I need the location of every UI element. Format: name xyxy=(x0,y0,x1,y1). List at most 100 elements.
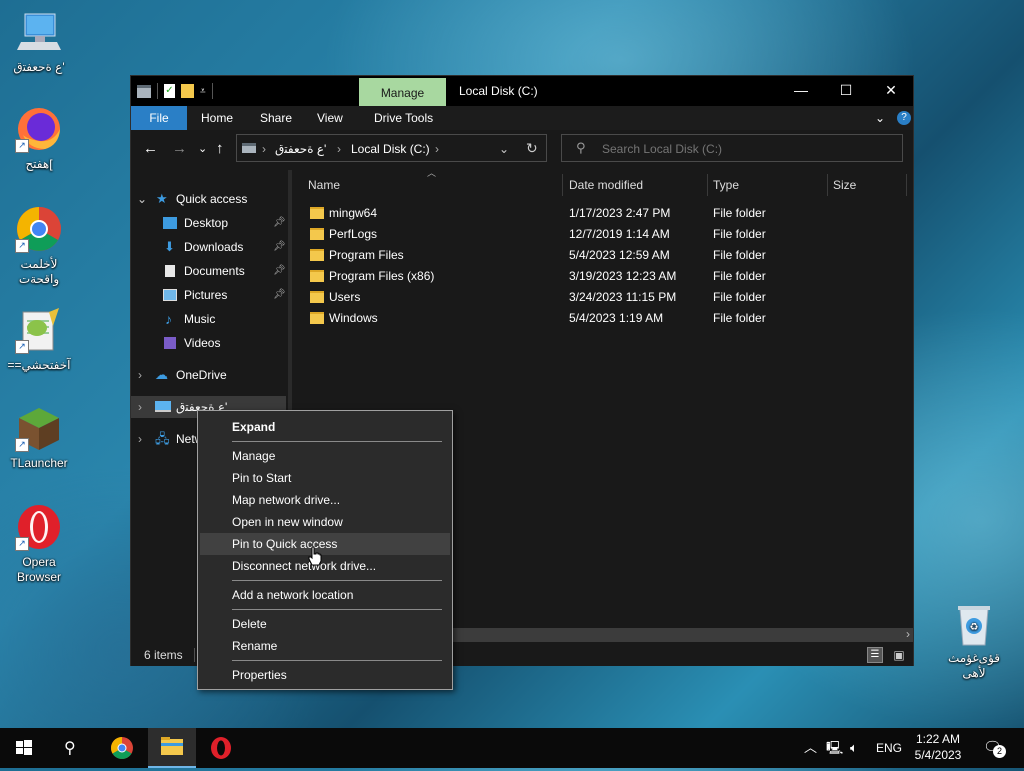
column-divider[interactable] xyxy=(906,174,907,196)
folder-icon xyxy=(310,312,324,324)
file-type: File folder xyxy=(713,311,766,325)
file-row[interactable]: Windows 5/4/2023 1:19 AM File folder xyxy=(307,308,766,329)
navigation-bar: ← → ⌄ ↑ › ﻉ ﺓﺣﻌﻔﺘﻕ' › Local Disk (C:) › … xyxy=(131,130,913,168)
show-hidden-icons-button[interactable]: ︿ xyxy=(804,728,817,768)
menu-item-disconnect-network-drive[interactable]: Disconnect network drive... xyxy=(200,555,450,577)
file-name: Windows xyxy=(329,311,378,325)
scroll-right-icon[interactable]: › xyxy=(906,627,910,641)
column-header-date-modified[interactable]: Date modified xyxy=(569,174,643,196)
menu-item-pin-to-quick-access[interactable]: Pin to Quick access xyxy=(200,533,450,555)
manage-contextual-tab[interactable]: Manage xyxy=(359,78,446,106)
menu-item-open-in-new-window[interactable]: Open in new window xyxy=(200,511,450,533)
tab-drive-tools[interactable]: Drive Tools xyxy=(374,106,433,130)
volume-icon[interactable]: 🔈︎ xyxy=(850,728,858,768)
address-bar[interactable]: › ﻉ ﺓﺣﻌﻔﺘﻕ' › Local Disk (C:) › ⌄ ↻ xyxy=(236,134,547,162)
menu-separator xyxy=(232,580,442,581)
pin-icon: 📌︎ xyxy=(273,241,286,252)
breadcrumb-this-pc[interactable]: ﻉ ﺓﺣﻌﻔﺘﻕ' xyxy=(275,142,326,156)
expand-ribbon-icon[interactable]: ⌄ xyxy=(875,106,885,130)
file-row[interactable]: mingw64 1/17/2023 2:47 PM File folder xyxy=(307,203,766,224)
clock[interactable]: 1:22 AM 5/4/2023 xyxy=(908,731,968,763)
menu-separator xyxy=(232,441,442,442)
help-icon[interactable]: ? xyxy=(897,111,911,125)
file-row[interactable]: Program Files (x86) 3/19/2023 12:23 AM F… xyxy=(307,266,766,287)
file-row[interactable]: PerfLogs 12/7/2019 1:14 AM File folder xyxy=(307,224,766,245)
column-header-type[interactable]: Type xyxy=(713,174,739,196)
menu-item-rename[interactable]: Rename xyxy=(200,635,450,657)
menu-item-manage[interactable]: Manage xyxy=(200,445,450,467)
desktop-icon-tlauncher[interactable]: ↗ TLauncher xyxy=(1,404,77,471)
network-status-icon[interactable]: 🖳︎ xyxy=(826,728,843,768)
menu-item-pin-to-start[interactable]: Pin to Start xyxy=(200,467,450,489)
desktop-icon-chrome[interactable]: ↗ ﻷﺧﻠﻤﺖ ﻭﺍﻗﺤﺔﺕ xyxy=(1,205,77,287)
notification-center-button[interactable]: 🗨︎ 2 xyxy=(980,736,1008,760)
search-input[interactable] xyxy=(600,140,894,158)
column-divider[interactable] xyxy=(707,174,708,196)
properties-icon[interactable]: ✓ xyxy=(164,84,175,98)
desktop-icon-label: ﻫﻔﺘﺢ[ xyxy=(25,157,53,171)
horizontal-scrollbar[interactable]: › xyxy=(451,627,913,642)
column-header-name[interactable]: Name xyxy=(308,174,340,196)
breadcrumb-separator-icon: › xyxy=(337,142,341,156)
breadcrumb-local-disk[interactable]: Local Disk (C:) xyxy=(351,142,430,156)
tab-view[interactable]: View xyxy=(317,106,343,130)
sidebar-item-documents[interactable]: Documents 📌︎ xyxy=(131,260,288,282)
file-row[interactable]: Program Files 5/4/2023 12:59 AM File fol… xyxy=(307,245,766,266)
column-divider[interactable] xyxy=(827,174,828,196)
menu-item-add-network-location[interactable]: Add a network location xyxy=(200,584,450,606)
file-type: File folder xyxy=(713,206,766,220)
taskbar-chrome[interactable] xyxy=(98,728,146,768)
address-dropdown-icon[interactable]: ⌄ xyxy=(499,142,509,156)
new-folder-icon[interactable] xyxy=(181,84,194,98)
file-name: PerfLogs xyxy=(329,227,378,241)
minimize-button[interactable]: — xyxy=(778,76,824,106)
desktop-icon-notepad-plus[interactable]: ↗ ==ﺁﺧﻔﺘﺤﺸﻲ xyxy=(1,306,77,373)
sidebar-item-desktop[interactable]: Desktop 📌︎ xyxy=(131,212,288,234)
sidebar-item-pictures[interactable]: Pictures 📌︎ xyxy=(131,284,288,306)
forward-button[interactable]: → xyxy=(172,140,187,157)
tab-share[interactable]: Share xyxy=(260,106,292,130)
customize-toolbar-icon[interactable]: ⩡ xyxy=(200,86,206,97)
taskbar: ⚲ ︿ 🖳︎ 🔈︎ ENG 1:22 AM 5/4/2023 🗨︎ 2 xyxy=(0,728,1024,768)
maximize-button[interactable]: ☐ xyxy=(823,76,869,106)
sidebar-item-quick-access[interactable]: ⌄ ★ Quick access xyxy=(131,188,281,210)
taskbar-file-explorer[interactable] xyxy=(148,728,196,768)
menu-item-expand[interactable]: Expand xyxy=(200,416,450,438)
shortcut-arrow-icon: ↗ xyxy=(15,438,29,452)
folder-icon xyxy=(310,249,324,261)
sidebar-item-videos[interactable]: Videos xyxy=(131,332,288,354)
star-icon: ★ xyxy=(156,191,168,206)
column-header-size[interactable]: Size xyxy=(833,174,856,196)
taskbar-opera[interactable] xyxy=(197,728,245,768)
back-button[interactable]: ← xyxy=(143,140,158,157)
details-view-button[interactable]: ☰ xyxy=(867,647,883,663)
large-icons-view-button[interactable]: ▣ xyxy=(891,647,907,663)
search-button[interactable]: ⚲ xyxy=(48,728,96,768)
sidebar-item-downloads[interactable]: ⬇ Downloads 📌︎ xyxy=(131,236,288,258)
language-indicator[interactable]: ENG xyxy=(876,728,902,768)
menu-item-map-network-drive[interactable]: Map network drive... xyxy=(200,489,450,511)
title-bar[interactable]: ✓ ⩡ Manage Local Disk (C:) — ☐ ✕ xyxy=(131,76,913,106)
desktop-icon-recycle-bin[interactable]: ♻ ﻗﺆﻯﻏﺆﻣﺚ ﻷﻫﻰ xyxy=(936,603,1012,681)
file-name: Program Files xyxy=(329,248,404,262)
desktop-icon-opera[interactable]: ↗ Opera Browser xyxy=(1,503,77,585)
menu-item-properties[interactable]: Properties xyxy=(200,664,450,686)
recent-locations-button[interactable]: ⌄ xyxy=(198,142,207,155)
tab-file[interactable]: File xyxy=(131,106,187,130)
tab-home[interactable]: Home xyxy=(201,106,233,130)
sidebar-item-onedrive[interactable]: › ☁ OneDrive xyxy=(131,364,288,386)
search-icon: ⚲ xyxy=(64,740,76,757)
menu-item-delete[interactable]: Delete xyxy=(200,613,450,635)
column-divider[interactable] xyxy=(562,174,563,196)
close-button[interactable]: ✕ xyxy=(868,76,914,106)
up-button[interactable]: ↑ xyxy=(216,140,224,157)
search-box[interactable]: ⚲ xyxy=(561,134,903,162)
notification-count-badge: 2 xyxy=(993,745,1006,758)
refresh-icon[interactable]: ↻ xyxy=(526,140,538,157)
file-row[interactable]: Users 3/24/2023 11:15 PM File folder xyxy=(307,287,766,308)
sidebar-item-music[interactable]: ♪ Music xyxy=(131,308,288,330)
file-date: 5/4/2023 1:19 AM xyxy=(569,311,664,325)
desktop-icon-firefox[interactable]: ↗ ﻫﻔﺘﺢ[ xyxy=(1,105,77,172)
desktop-icon-this-pc[interactable]: ﻉ ﺓﺣﻌﻔﺘﻕ' xyxy=(1,8,77,75)
start-button[interactable] xyxy=(0,728,48,768)
